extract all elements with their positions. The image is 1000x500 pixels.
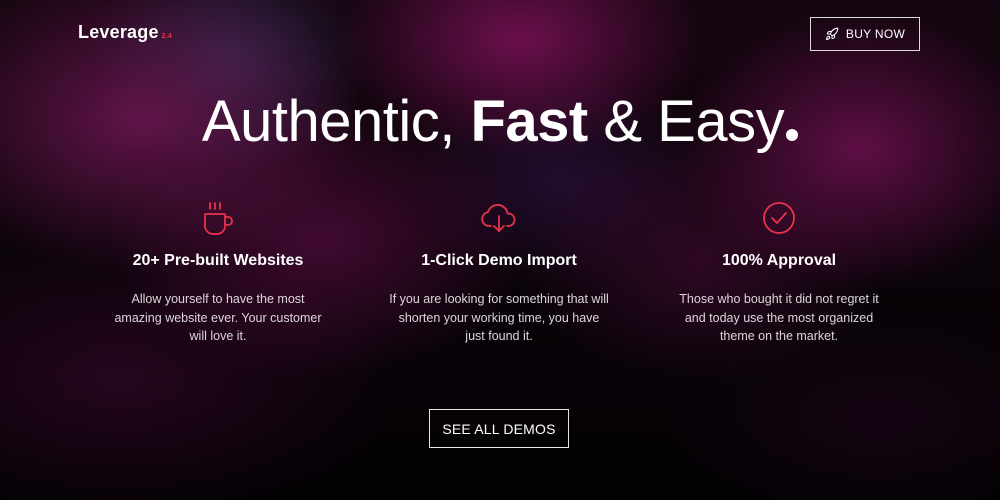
headline-dot bbox=[786, 129, 799, 141]
headline-bold: Fast bbox=[470, 89, 588, 154]
feature-prebuilt-websites: 20+ Pre-built Websites Allow yourself to… bbox=[78, 198, 358, 346]
coffee-cup-icon bbox=[78, 198, 358, 240]
feature-approval: 100% Approval Those who bought it did no… bbox=[639, 198, 919, 346]
headline-part-1: Authentic, bbox=[201, 89, 471, 154]
rocket-icon bbox=[825, 27, 839, 41]
buy-now-label: BUY NOW bbox=[845, 27, 906, 41]
feature-title: 20+ Pre-built Websites bbox=[132, 252, 304, 269]
hero-section: Leverage 2.4 BUY NOW Authentic, Fast & Ea… bbox=[0, 0, 1000, 500]
feature-description: Those who bought it did not regret it an… bbox=[679, 292, 879, 343]
cloud-download-icon bbox=[359, 198, 639, 240]
see-all-demos-button[interactable]: SEE ALL DEMOS bbox=[429, 409, 569, 448]
page-title: Authentic, Fast & Easy bbox=[0, 84, 1000, 160]
feature-title: 100% Approval bbox=[721, 252, 837, 269]
feature-description: Allow yourself to have the most amazing … bbox=[114, 292, 322, 343]
logo-version: 2.4 bbox=[161, 33, 172, 40]
logo-text: Leverage bbox=[78, 22, 159, 42]
feature-title: 1-Click Demo Import bbox=[421, 252, 577, 269]
buy-now-button[interactable]: BUY NOW bbox=[810, 17, 920, 51]
feature-demo-import: 1-Click Demo Import If you are looking f… bbox=[359, 198, 639, 346]
check-circle-icon bbox=[639, 198, 919, 240]
logo[interactable]: Leverage 2.4 bbox=[78, 22, 172, 43]
feature-description: If you are looking for something that wi… bbox=[389, 292, 609, 343]
headline-part-2: & Easy bbox=[587, 89, 785, 154]
